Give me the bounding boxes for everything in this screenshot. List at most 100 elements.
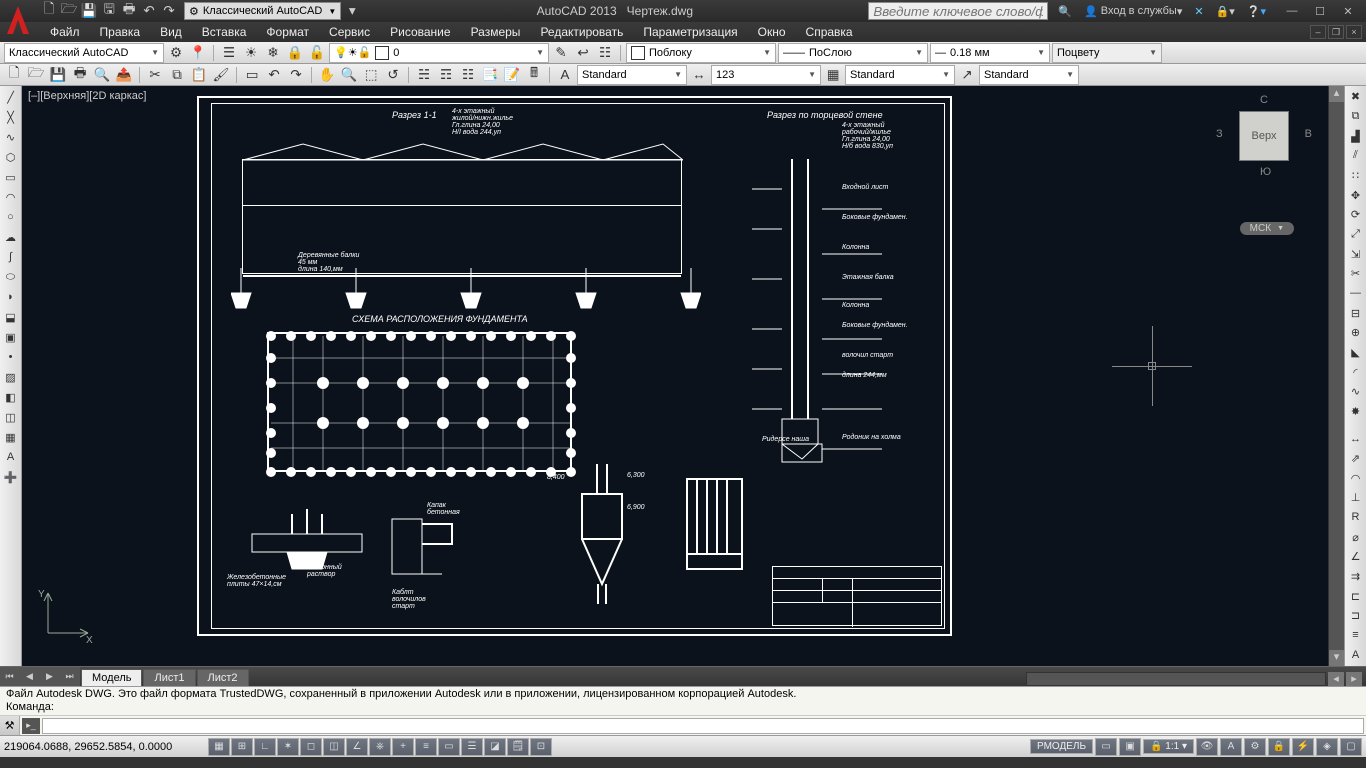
hardware-accel[interactable]: ⚡	[1292, 738, 1314, 756]
plotstyle-combo[interactable]: Поцвету▼	[1052, 43, 1162, 63]
vscrollbar[interactable]: ▴ ▾	[1328, 86, 1344, 666]
gradient-icon[interactable]: ◧	[2, 388, 20, 406]
copy-icon[interactable]: ⧉	[167, 65, 187, 85]
ucs-badge[interactable]: МСК▼	[1240, 222, 1294, 235]
modelspace-toggle[interactable]: РМОДЕЛЬ	[1030, 739, 1093, 754]
dcenter-icon[interactable]: ☶	[436, 65, 456, 85]
grid-toggle[interactable]: ⊞	[231, 738, 253, 756]
qp-toggle[interactable]: ☰	[461, 738, 483, 756]
saveas-icon[interactable]: 🖫	[100, 2, 118, 20]
mtext-icon[interactable]: A	[2, 448, 20, 466]
mleaderstyle-combo[interactable]: Standard▼	[979, 65, 1079, 85]
quickcalc-icon[interactable]: 🖩	[524, 65, 544, 85]
dim-base-icon[interactable]: ⊏	[1347, 587, 1365, 605]
help-icon[interactable]: ❔▾	[1243, 2, 1270, 20]
workspace-my-icon[interactable]: 📍	[188, 43, 208, 63]
otrack-toggle[interactable]: ∠	[346, 738, 368, 756]
lineweight-combo[interactable]: — 0.18 мм▼	[930, 43, 1050, 63]
join-icon[interactable]: ⊕	[1347, 324, 1365, 342]
snap-toggle[interactable]: ▦	[208, 738, 230, 756]
osnap-toggle[interactable]: ◻	[300, 738, 322, 756]
dim-dia-icon[interactable]: ⌀	[1347, 528, 1365, 546]
tab-layout1[interactable]: Лист1	[143, 669, 195, 686]
exchange-icon[interactable]: ✕	[1190, 2, 1207, 20]
dim-quick-icon[interactable]: ⇉	[1347, 568, 1365, 586]
dimstyle-icon[interactable]: ↔	[689, 65, 709, 85]
dim-ang-icon[interactable]: ∠	[1347, 548, 1365, 566]
infocenter-search[interactable]	[868, 2, 1048, 20]
break-icon[interactable]: ⊟	[1347, 304, 1365, 322]
hscroll-left[interactable]: ◂	[1328, 672, 1344, 686]
viewcube-s[interactable]: Ю	[1260, 166, 1271, 178]
textstyle-icon[interactable]: A	[555, 65, 575, 85]
erase-icon[interactable]: ✖	[1347, 88, 1365, 106]
quickview-drawings[interactable]: ▣	[1119, 738, 1141, 756]
viewcube-top[interactable]: Верх	[1239, 111, 1289, 161]
layer-isolate-icon[interactable]: ☷	[595, 43, 615, 63]
hatch-icon[interactable]: ▨	[2, 368, 20, 386]
infocenter-search-icon[interactable]: 🔍	[1054, 2, 1076, 20]
sc-toggle[interactable]: ◪	[484, 738, 506, 756]
plot-icon[interactable]: 🖶	[120, 2, 138, 20]
move-icon[interactable]: ✥	[1347, 186, 1365, 204]
stayconnected-icon[interactable]: 🔒▾	[1212, 2, 1239, 20]
doc-minimize[interactable]: –	[1310, 25, 1326, 39]
trim-icon[interactable]: ✂	[1347, 265, 1365, 283]
viewport-label[interactable]: [–][Верхняя][2D каркас]	[28, 90, 146, 102]
layer-lock-icon[interactable]: 🔒	[285, 43, 305, 63]
table-icon[interactable]: ▦	[2, 428, 20, 446]
mirror-icon[interactable]: ▟	[1347, 127, 1365, 145]
am-toggle[interactable]: 🗒	[507, 738, 529, 756]
line-icon[interactable]: ╱	[2, 88, 20, 106]
paste-icon[interactable]: 📋	[189, 65, 209, 85]
layer-prev-icon[interactable]: ↩	[573, 43, 593, 63]
menu-view[interactable]: Вид	[150, 22, 192, 42]
doc-restore[interactable]: ❐	[1328, 25, 1344, 39]
dim-break-icon[interactable]: A	[1347, 646, 1365, 664]
open-icon[interactable]: 🗁	[60, 2, 78, 20]
xline-icon[interactable]: ╳	[2, 108, 20, 126]
region-icon[interactable]: ◫	[2, 408, 20, 426]
addselected-icon[interactable]: ➕	[2, 468, 20, 486]
markup-icon[interactable]: 📝	[502, 65, 522, 85]
layer-match-icon[interactable]: ✎	[551, 43, 571, 63]
redo-icon[interactable]: ↷	[160, 2, 178, 20]
dim-space-icon[interactable]: ≡	[1347, 627, 1365, 645]
maximize-button[interactable]: ☐	[1306, 1, 1334, 21]
minimize-button[interactable]: —	[1278, 1, 1306, 21]
properties-icon[interactable]: ☵	[414, 65, 434, 85]
redo2-icon[interactable]: ↷	[286, 65, 306, 85]
pan-icon[interactable]: ✋	[317, 65, 337, 85]
circle-icon[interactable]: ○	[2, 208, 20, 226]
tablestyle-combo[interactable]: Standard▼	[845, 65, 955, 85]
clean-screen[interactable]: ▢	[1340, 738, 1362, 756]
menu-dimension[interactable]: Размеры	[461, 22, 531, 42]
explode-icon[interactable]: ✸	[1347, 403, 1365, 421]
coords-readout[interactable]: 219064.0688, 29652.5854, 0.0000	[4, 741, 204, 753]
command-handle[interactable]: ⚒	[0, 716, 20, 735]
tpy-toggle[interactable]: ▭	[438, 738, 460, 756]
isolate-objects[interactable]: ◈	[1316, 738, 1338, 756]
tab-model[interactable]: Модель	[81, 669, 142, 686]
menu-insert[interactable]: Вставка	[192, 22, 257, 42]
linetype-combo[interactable]: —— ПоСлою▼	[778, 43, 928, 63]
open-icon[interactable]: 🗁	[26, 65, 46, 85]
ellipse-icon[interactable]: ⬭	[2, 268, 20, 286]
menu-edit[interactable]: Правка	[90, 22, 151, 42]
layer-freeze-icon[interactable]: ❄	[263, 43, 283, 63]
layer-states-icon[interactable]: ☀	[241, 43, 261, 63]
workspace-dropdown[interactable]: ⚙ Классический AutoCAD ▼	[184, 2, 341, 20]
layer-unlock-icon[interactable]: 🔓	[307, 43, 327, 63]
save-icon[interactable]: 💾	[48, 65, 68, 85]
spline-icon[interactable]: ∫	[2, 248, 20, 266]
toolbar-lock[interactable]: 🔒	[1268, 738, 1290, 756]
ducs-toggle[interactable]: ⎈	[369, 738, 391, 756]
scale-icon[interactable]: ⤢	[1347, 226, 1365, 244]
layer-properties-icon[interactable]: ☰	[219, 43, 239, 63]
lwt-toggle[interactable]: ≡	[415, 738, 437, 756]
doc-close[interactable]: ×	[1346, 25, 1362, 39]
viewcube-w[interactable]: З	[1216, 128, 1223, 140]
extend-icon[interactable]: ―	[1347, 285, 1365, 303]
stretch-icon[interactable]: ⇲	[1347, 245, 1365, 263]
menu-window[interactable]: Окно	[748, 22, 796, 42]
